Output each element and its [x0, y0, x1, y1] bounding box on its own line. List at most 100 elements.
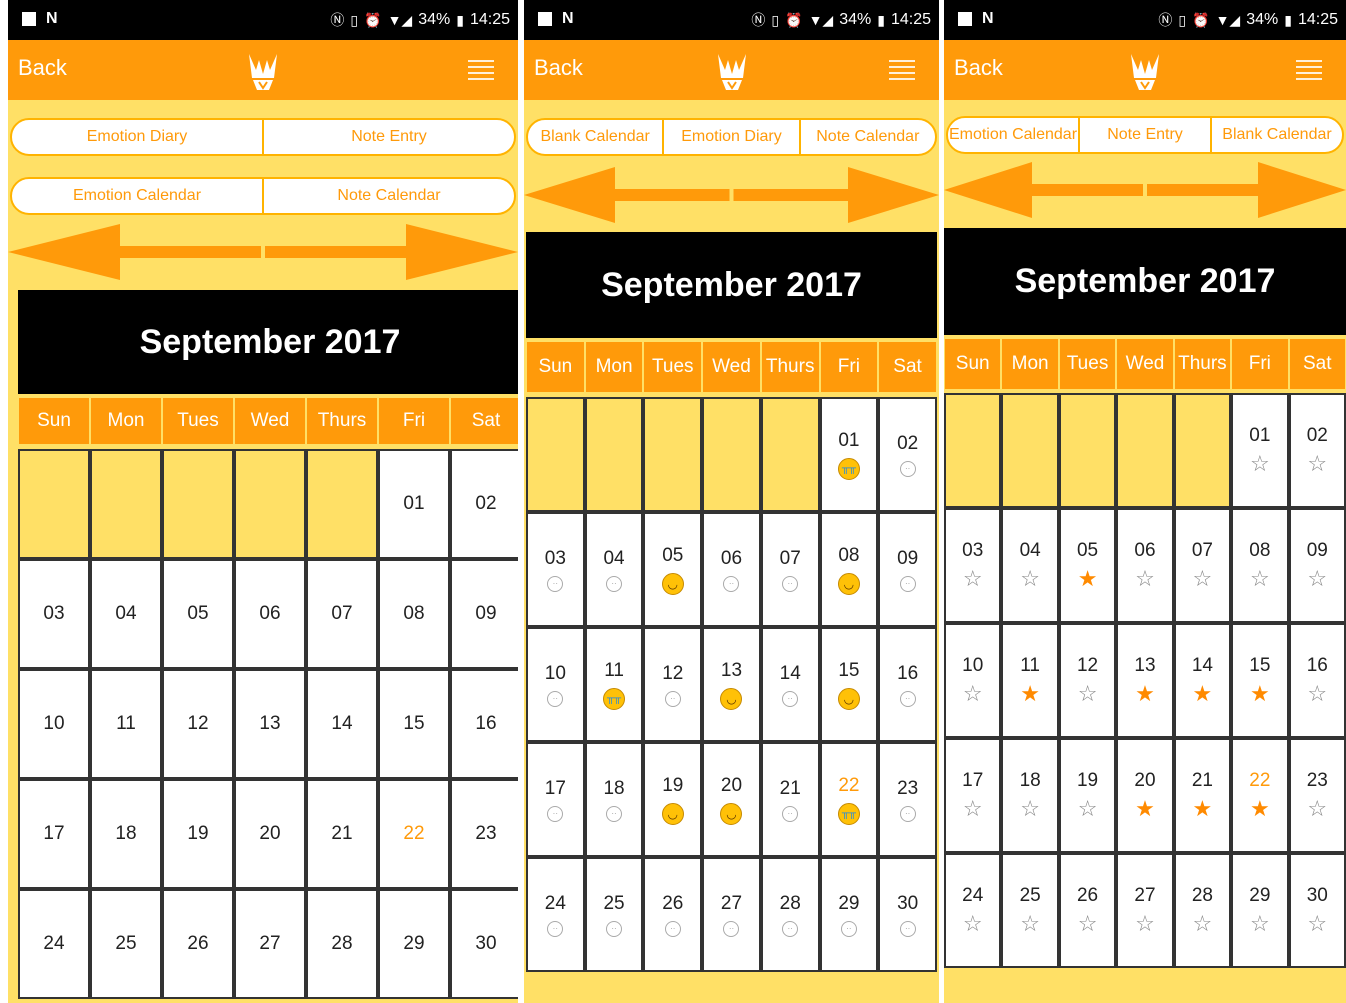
nav-button-note-entry[interactable]: Note Entry: [1080, 118, 1212, 152]
day-cell[interactable]: 15 ★: [1231, 623, 1289, 738]
menu-icon[interactable]: [889, 60, 915, 80]
day-cell[interactable]: 22 ╥╥: [819, 742, 879, 857]
day-cell[interactable]: 30 ☆: [1288, 853, 1346, 968]
nav-button-emotion-diary[interactable]: Emotion Diary: [664, 120, 801, 154]
nav-button-note-calendar[interactable]: Note Calendar: [264, 179, 514, 213]
day-cell[interactable]: 11 ╥╥: [584, 627, 644, 742]
day-cell[interactable]: 08 ☆: [1231, 508, 1289, 623]
day-cell[interactable]: 29 ··: [819, 857, 879, 972]
day-cell[interactable]: 23 ··: [878, 742, 937, 857]
day-cell[interactable]: 16: [450, 669, 518, 779]
day-cell[interactable]: 09 ··: [878, 512, 937, 627]
day-cell[interactable]: 04 ··: [584, 512, 644, 627]
day-cell[interactable]: 15: [378, 669, 450, 779]
day-cell[interactable]: 20: [234, 779, 306, 889]
day-cell[interactable]: 19 ☆: [1058, 738, 1117, 853]
menu-icon[interactable]: [468, 60, 494, 80]
day-cell[interactable]: 25 ··: [584, 857, 644, 972]
day-cell[interactable]: 13 ★: [1116, 623, 1174, 738]
day-cell[interactable]: 30: [450, 889, 518, 999]
menu-icon[interactable]: [1296, 60, 1322, 80]
nav-button-note-entry[interactable]: Note Entry: [264, 120, 514, 154]
day-cell[interactable]: 03: [18, 559, 90, 669]
day-cell[interactable]: 14: [306, 669, 378, 779]
day-cell[interactable]: 10 ··: [526, 627, 585, 742]
day-cell[interactable]: 29: [378, 889, 450, 999]
nav-button-blank-calendar[interactable]: Blank Calendar: [528, 120, 665, 154]
day-cell[interactable]: 05: [162, 559, 234, 669]
day-cell[interactable]: 06 ··: [702, 512, 761, 627]
day-cell[interactable]: 25 ☆: [1001, 853, 1059, 968]
day-cell[interactable]: 28: [306, 889, 378, 999]
day-cell[interactable]: 02 ☆: [1288, 393, 1346, 508]
day-cell[interactable]: 23: [450, 779, 518, 889]
day-cell[interactable]: 17: [18, 779, 90, 889]
day-cell[interactable]: 21 ★: [1173, 738, 1232, 853]
day-cell[interactable]: 30 ··: [878, 857, 937, 972]
day-cell[interactable]: 24 ··: [526, 857, 585, 972]
nav-button-emotion-calendar[interactable]: Emotion Calendar: [12, 179, 264, 213]
day-cell[interactable]: 01 ☆: [1231, 393, 1289, 508]
day-cell[interactable]: 02: [450, 449, 518, 559]
day-cell[interactable]: 10: [18, 669, 90, 779]
back-button[interactable]: Back: [534, 55, 583, 81]
day-cell[interactable]: 02 ··: [878, 397, 937, 512]
day-cell[interactable]: 03 ··: [526, 512, 585, 627]
day-cell[interactable]: 12 ··: [643, 627, 703, 742]
day-cell[interactable]: 26: [162, 889, 234, 999]
day-cell[interactable]: 27 ··: [702, 857, 761, 972]
day-cell[interactable]: 12: [162, 669, 234, 779]
nav-button-note-calendar[interactable]: Note Calendar: [801, 120, 935, 154]
day-cell[interactable]: 04 ☆: [1001, 508, 1059, 623]
prev-month-arrow-icon[interactable]: [944, 162, 1143, 218]
day-cell[interactable]: 09 ☆: [1288, 508, 1346, 623]
day-cell[interactable]: 03 ☆: [944, 508, 1002, 623]
nav-button-emotion-diary[interactable]: Emotion Diary: [12, 120, 264, 154]
prev-month-arrow-icon[interactable]: [524, 167, 730, 223]
day-cell[interactable]: 07 ☆: [1173, 508, 1232, 623]
day-cell[interactable]: 18 ☆: [1001, 738, 1059, 853]
day-cell[interactable]: 01: [378, 449, 450, 559]
back-button[interactable]: Back: [18, 55, 67, 81]
next-month-arrow-icon[interactable]: [733, 167, 940, 223]
day-cell[interactable]: 19 ◡: [643, 742, 703, 857]
day-cell[interactable]: 08 ◡: [819, 512, 879, 627]
nav-button-blank-calendar[interactable]: Blank Calendar: [1212, 118, 1342, 152]
day-cell[interactable]: 14 ··: [760, 627, 820, 742]
day-cell[interactable]: 20 ★: [1116, 738, 1174, 853]
day-cell[interactable]: 23 ☆: [1288, 738, 1346, 853]
day-cell[interactable]: 22: [378, 779, 450, 889]
day-cell[interactable]: 14 ★: [1173, 623, 1232, 738]
day-cell[interactable]: 17 ··: [526, 742, 585, 857]
day-cell[interactable]: 06 ☆: [1116, 508, 1174, 623]
day-cell[interactable]: 05 ◡: [643, 512, 703, 627]
day-cell[interactable]: 16 ☆: [1288, 623, 1346, 738]
day-cell[interactable]: 15 ◡: [819, 627, 879, 742]
day-cell[interactable]: 04: [90, 559, 162, 669]
nav-button-emotion-calendar[interactable]: Emotion Calendar: [948, 118, 1080, 152]
day-cell[interactable]: 27 ☆: [1116, 853, 1174, 968]
day-cell[interactable]: 08: [378, 559, 450, 669]
day-cell[interactable]: 21: [306, 779, 378, 889]
day-cell[interactable]: 06: [234, 559, 306, 669]
day-cell[interactable]: 18 ··: [584, 742, 644, 857]
day-cell[interactable]: 11: [90, 669, 162, 779]
day-cell[interactable]: 29 ☆: [1231, 853, 1289, 968]
day-cell[interactable]: 16 ··: [878, 627, 937, 742]
day-cell[interactable]: 18: [90, 779, 162, 889]
day-cell[interactable]: 26 ☆: [1058, 853, 1117, 968]
next-month-arrow-icon[interactable]: [265, 224, 518, 280]
day-cell[interactable]: 01 ╥╥: [819, 397, 879, 512]
day-cell[interactable]: 27: [234, 889, 306, 999]
day-cell[interactable]: 07 ··: [760, 512, 820, 627]
day-cell[interactable]: 20 ◡: [702, 742, 761, 857]
day-cell[interactable]: 13: [234, 669, 306, 779]
day-cell[interactable]: 09: [450, 559, 518, 669]
day-cell[interactable]: 26 ··: [643, 857, 703, 972]
day-cell[interactable]: 12 ☆: [1058, 623, 1117, 738]
day-cell[interactable]: 22 ★: [1231, 738, 1289, 853]
day-cell[interactable]: 11 ★: [1001, 623, 1059, 738]
day-cell[interactable]: 07: [306, 559, 378, 669]
day-cell[interactable]: 25: [90, 889, 162, 999]
day-cell[interactable]: 24: [18, 889, 90, 999]
